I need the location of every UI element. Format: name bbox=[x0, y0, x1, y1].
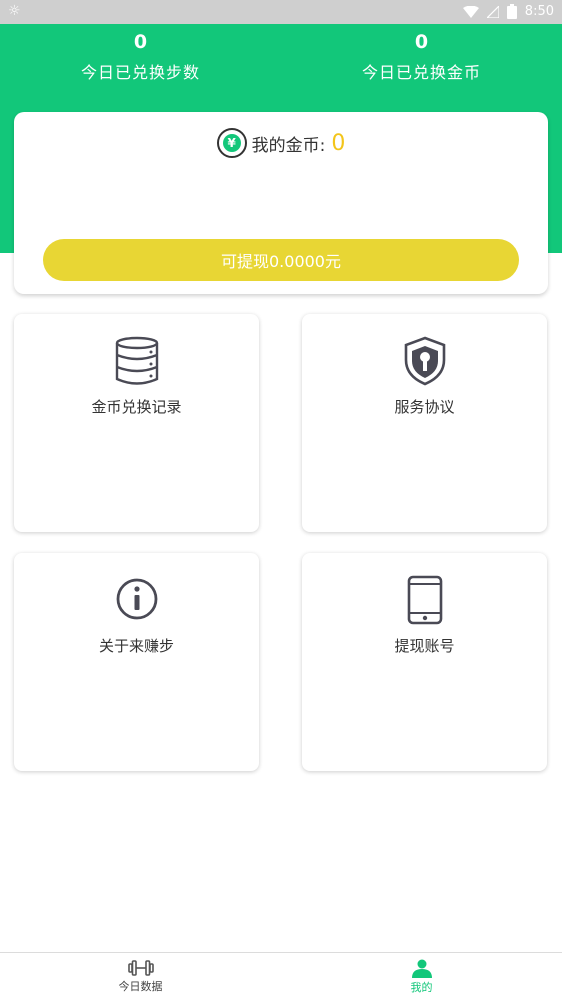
phone-icon bbox=[407, 575, 442, 625]
shield-keyhole-icon bbox=[404, 336, 445, 386]
tab-label: 今日数据 bbox=[118, 980, 163, 993]
withdraw-button[interactable]: 可提现0.0000元 bbox=[43, 239, 519, 281]
coins-exchanged-stat: 0 今日已兑换金币 bbox=[281, 30, 562, 83]
battery-icon bbox=[506, 4, 517, 19]
coin-card: ¥ 我的金币: 0 可提现0.0000元 bbox=[14, 112, 548, 294]
clock: 8:50 bbox=[524, 4, 554, 19]
status-bar: ☼ 8:50 bbox=[0, 0, 562, 24]
coin-value: 0 bbox=[331, 130, 346, 156]
coins-exchanged-value: 0 bbox=[414, 31, 429, 53]
tab-today-data[interactable]: 今日数据 bbox=[0, 953, 281, 1000]
coin-icon: ¥ bbox=[216, 128, 247, 158]
steps-exchanged-value: 0 bbox=[133, 31, 148, 53]
tile-label: 服务协议 bbox=[394, 398, 455, 416]
info-icon bbox=[116, 578, 157, 620]
tile-label: 提现账号 bbox=[394, 637, 455, 655]
tab-mine[interactable]: 我的 bbox=[281, 953, 562, 1000]
signal-icon bbox=[486, 5, 499, 18]
tile-coin-exchange-record[interactable]: 金币兑换记录 bbox=[14, 314, 259, 532]
coin-label: 我的金币: bbox=[251, 135, 326, 156]
tile-service-agreement[interactable]: 服务协议 bbox=[302, 314, 547, 532]
steps-exchanged-label: 今日已兑换步数 bbox=[80, 63, 200, 82]
coin-balance-row: ¥ 我的金币: 0 bbox=[14, 128, 548, 158]
tile-about[interactable]: 关于来赚步 bbox=[14, 553, 259, 771]
bottom-tab-bar: 今日数据 我的 bbox=[0, 952, 562, 1000]
steps-exchanged-stat: 0 今日已兑换步数 bbox=[0, 30, 281, 83]
tile-withdraw-account[interactable]: 提现账号 bbox=[302, 553, 547, 771]
database-icon bbox=[115, 336, 158, 385]
coins-exchanged-label: 今日已兑换金币 bbox=[361, 63, 481, 82]
tile-label: 金币兑换记录 bbox=[91, 398, 182, 416]
tile-label: 关于来赚步 bbox=[98, 637, 174, 655]
person-icon bbox=[411, 959, 432, 978]
brightness-icon: ☼ bbox=[8, 3, 21, 19]
tab-label: 我的 bbox=[410, 981, 433, 994]
wifi-icon bbox=[462, 5, 479, 18]
dumbbell-icon bbox=[127, 960, 154, 976]
